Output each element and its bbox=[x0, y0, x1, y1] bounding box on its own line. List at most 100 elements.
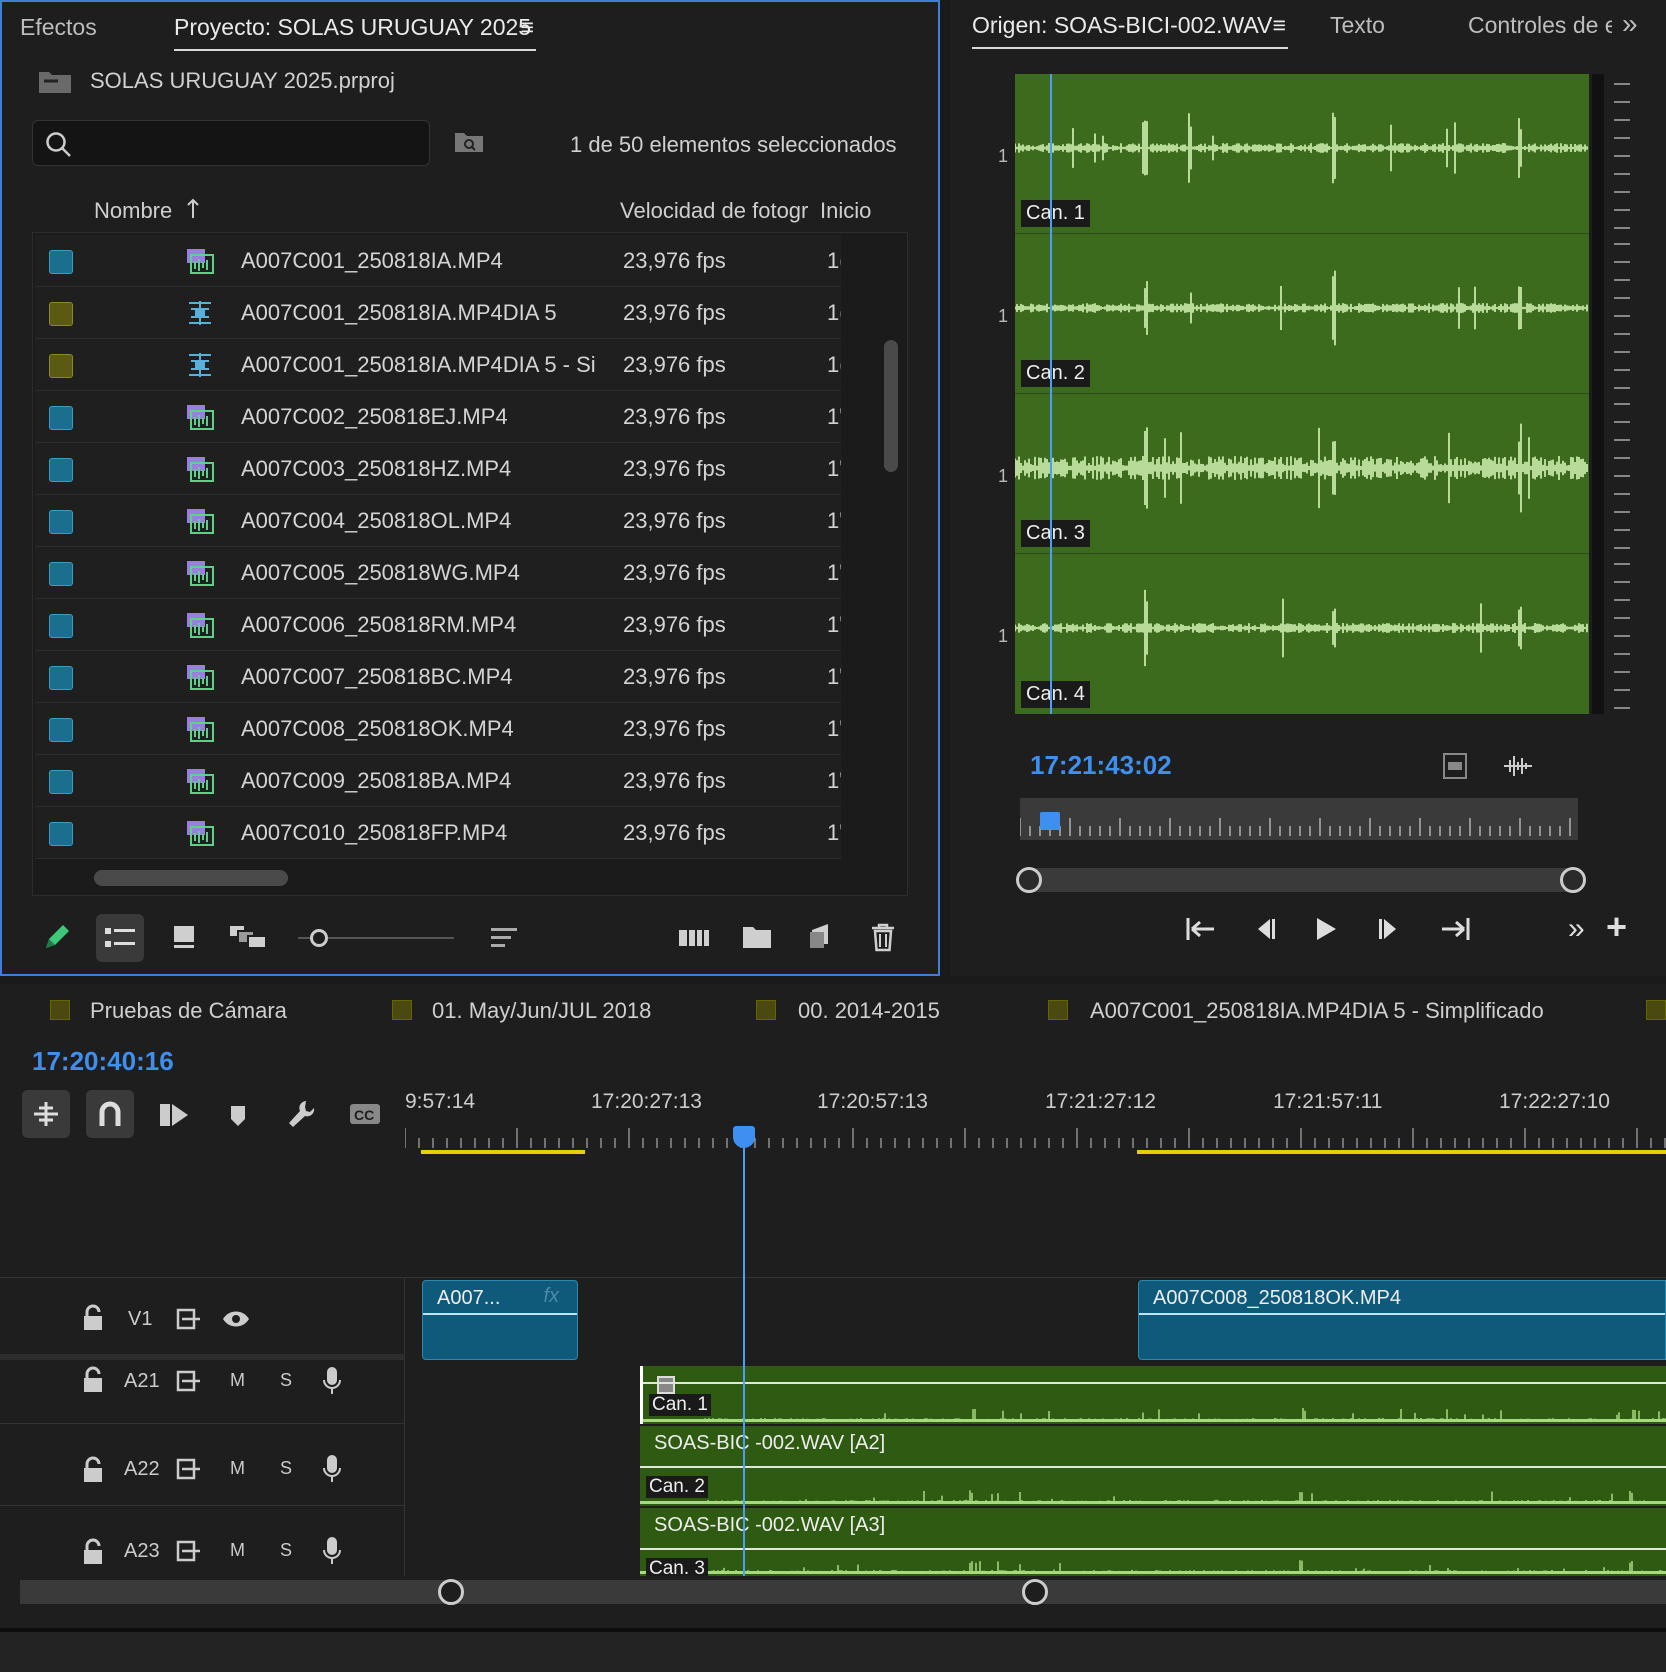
lock-icon[interactable] bbox=[82, 1456, 104, 1484]
label-color-swatch[interactable] bbox=[49, 770, 73, 794]
zoom-bar-left-handle[interactable] bbox=[1016, 867, 1042, 893]
mute-button[interactable]: M bbox=[230, 1370, 245, 1391]
linked-selection-icon[interactable] bbox=[158, 1100, 190, 1130]
label-color-swatch[interactable] bbox=[49, 510, 73, 534]
new-item-icon[interactable] bbox=[808, 922, 834, 950]
automate-to-sequence-icon[interactable] bbox=[678, 926, 710, 948]
bin-row[interactable]: A007C004_250818OL.MP4 23,976 fps 1' bbox=[35, 495, 841, 547]
solo-button[interactable]: S bbox=[280, 1370, 292, 1391]
add-marker-icon[interactable] bbox=[228, 1104, 248, 1128]
zoom-bar-left-handle[interactable] bbox=[438, 1579, 464, 1605]
snap-button[interactable] bbox=[86, 1090, 134, 1138]
label-color-swatch[interactable] bbox=[49, 666, 73, 690]
label-color-swatch[interactable] bbox=[49, 614, 73, 638]
go-to-in-icon[interactable] bbox=[1184, 914, 1218, 944]
sync-lock-icon[interactable] bbox=[176, 1308, 202, 1330]
zoom-slider-knob[interactable] bbox=[310, 929, 328, 947]
step-back-icon[interactable] bbox=[1252, 916, 1278, 942]
new-bin-icon[interactable] bbox=[742, 924, 772, 950]
mute-button[interactable]: M bbox=[230, 1458, 245, 1479]
go-to-out-icon[interactable] bbox=[1438, 914, 1472, 944]
search-input[interactable] bbox=[83, 127, 413, 159]
bin-row[interactable]: A007C005_250818WG.MP4 23,976 fps 1' bbox=[35, 547, 841, 599]
tab-text[interactable]: Texto bbox=[1330, 12, 1385, 39]
icon-view-icon[interactable] bbox=[172, 924, 196, 950]
column-header-start[interactable]: Inicio bbox=[820, 198, 871, 224]
panel-menu-icon[interactable]: ≡ bbox=[521, 14, 534, 41]
timeline-playhead-marker[interactable] bbox=[733, 1126, 755, 1148]
video-clip-a007[interactable]: A007... fx bbox=[422, 1280, 578, 1360]
tab-project[interactable]: Proyecto: SOLAS URUGUAY 2025 ≡ bbox=[174, 14, 536, 51]
list-view-button[interactable] bbox=[96, 914, 144, 962]
tab-source[interactable]: Origen: SOAS-BICI-002.WAV ≡ bbox=[972, 12, 1288, 49]
bin-row[interactable]: A007C009_250818BA.MP4 23,976 fps 1' bbox=[35, 755, 841, 807]
label-color-swatch[interactable] bbox=[49, 458, 73, 482]
sequence-tab-1[interactable]: Pruebas de Cámara bbox=[90, 998, 287, 1024]
sync-lock-icon[interactable] bbox=[176, 1370, 202, 1392]
bin-row[interactable]: A007C007_250818BC.MP4 23,976 fps 1' bbox=[35, 651, 841, 703]
tab-effect-controls[interactable]: Controles de ef bbox=[1468, 12, 1612, 39]
bin-row[interactable]: A007C002_250818EJ.MP4 23,976 fps 1' bbox=[35, 391, 841, 443]
timeline-ruler[interactable]: 9:57:14 17:20:27:13 17:20:57:13 17:21:27… bbox=[405, 1090, 1666, 1158]
source-playhead-marker[interactable] bbox=[1040, 812, 1060, 830]
tab-effects[interactable]: Efectos bbox=[20, 14, 97, 41]
eye-icon[interactable] bbox=[222, 1310, 250, 1328]
microphone-icon[interactable] bbox=[322, 1454, 342, 1484]
bin-row[interactable]: A007C001_250818IA.MP4DIA 5 - Si 23,976 fp… bbox=[35, 339, 841, 391]
audio-clip-a23[interactable]: SOAS-BIC -002.WAV [A3] Can. 3 bbox=[640, 1508, 1666, 1576]
add-button-icon[interactable]: + bbox=[1606, 906, 1627, 948]
zoom-bar-right-handle[interactable] bbox=[1560, 867, 1586, 893]
wrench-icon[interactable] bbox=[286, 1098, 316, 1130]
find-in-bin-icon[interactable] bbox=[454, 130, 484, 154]
microphone-icon[interactable] bbox=[322, 1366, 342, 1396]
track-a23-label[interactable]: A23 bbox=[124, 1540, 160, 1563]
pencil-icon[interactable] bbox=[40, 922, 72, 954]
solo-button[interactable]: S bbox=[280, 1458, 292, 1479]
source-zoom-bar[interactable] bbox=[1016, 867, 1586, 893]
mute-button[interactable]: M bbox=[230, 1540, 245, 1561]
column-header-name[interactable]: Nombre bbox=[94, 198, 200, 224]
lock-icon[interactable] bbox=[82, 1366, 104, 1394]
sync-lock-icon[interactable] bbox=[176, 1540, 202, 1562]
bin-row[interactable]: A007C003_250818HZ.MP4 23,976 fps 1' bbox=[35, 443, 841, 495]
label-color-swatch[interactable] bbox=[49, 406, 73, 430]
label-color-swatch[interactable] bbox=[49, 250, 73, 274]
label-color-swatch[interactable] bbox=[49, 822, 73, 846]
label-color-swatch[interactable] bbox=[49, 354, 73, 378]
video-clip-a007c008[interactable]: A007C008_250818OK.MP4 bbox=[1138, 1280, 1666, 1360]
search-box[interactable] bbox=[32, 120, 430, 166]
bin-row[interactable]: A007C008_250818OK.MP4 23,976 fps 1' bbox=[35, 703, 841, 755]
sequence-tab-2[interactable]: 01. May/Jun/JUL 2018 bbox=[432, 998, 651, 1024]
source-timecode[interactable]: 17:21:43:02 bbox=[1030, 750, 1172, 781]
source-time-ruler[interactable] bbox=[1019, 798, 1578, 840]
microphone-icon[interactable] bbox=[322, 1536, 342, 1566]
nest-toggle-button[interactable] bbox=[22, 1090, 70, 1138]
sort-icons-icon[interactable] bbox=[490, 926, 518, 950]
zoom-slider[interactable] bbox=[298, 928, 454, 948]
label-color-swatch[interactable] bbox=[49, 718, 73, 742]
source-menu-icon[interactable]: ≡ bbox=[1273, 12, 1286, 39]
timeline-playhead-line[interactable] bbox=[743, 1134, 745, 1576]
captions-icon[interactable]: CC bbox=[348, 1102, 382, 1126]
vertical-scrollbar[interactable] bbox=[884, 340, 898, 472]
audio-clip-a21[interactable]: Can. 1 bbox=[640, 1366, 1666, 1424]
column-header-fps[interactable]: Velocidad de fotogr bbox=[620, 198, 808, 224]
track-a21-label[interactable]: A21 bbox=[124, 1370, 160, 1393]
timeline-timecode[interactable]: 17:20:40:16 bbox=[32, 1046, 174, 1077]
sequence-tab-3[interactable]: 00. 2014-2015 bbox=[798, 998, 940, 1024]
drag-video-icon[interactable] bbox=[1442, 752, 1468, 780]
label-color-swatch[interactable] bbox=[49, 302, 73, 326]
freeform-view-icon[interactable] bbox=[228, 924, 268, 950]
bin-row[interactable]: A007C001_250818IA.MP4DIA 5 23,976 fps 1( bbox=[35, 287, 841, 339]
track-v1-label[interactable]: V1 bbox=[128, 1308, 152, 1331]
track-a22-label[interactable]: A22 bbox=[124, 1458, 160, 1481]
bin-row[interactable]: A007C001_250818IA.MP4 23,976 fps 1( bbox=[35, 235, 841, 287]
audio-clip-a22[interactable]: SOAS-BIC -002.WAV [A2] Can. 2 bbox=[640, 1426, 1666, 1506]
bin-row[interactable]: A007C006_250818RM.MP4 23,976 fps 1' bbox=[35, 599, 841, 651]
lock-icon[interactable] bbox=[82, 1304, 104, 1332]
label-color-swatch[interactable] bbox=[49, 562, 73, 586]
delete-icon[interactable] bbox=[870, 922, 896, 952]
solo-button[interactable]: S bbox=[280, 1540, 292, 1561]
step-forward-icon[interactable] bbox=[1376, 916, 1402, 942]
bin-row[interactable]: A007C010_250818FP.MP4 23,976 fps 1' bbox=[35, 807, 841, 859]
